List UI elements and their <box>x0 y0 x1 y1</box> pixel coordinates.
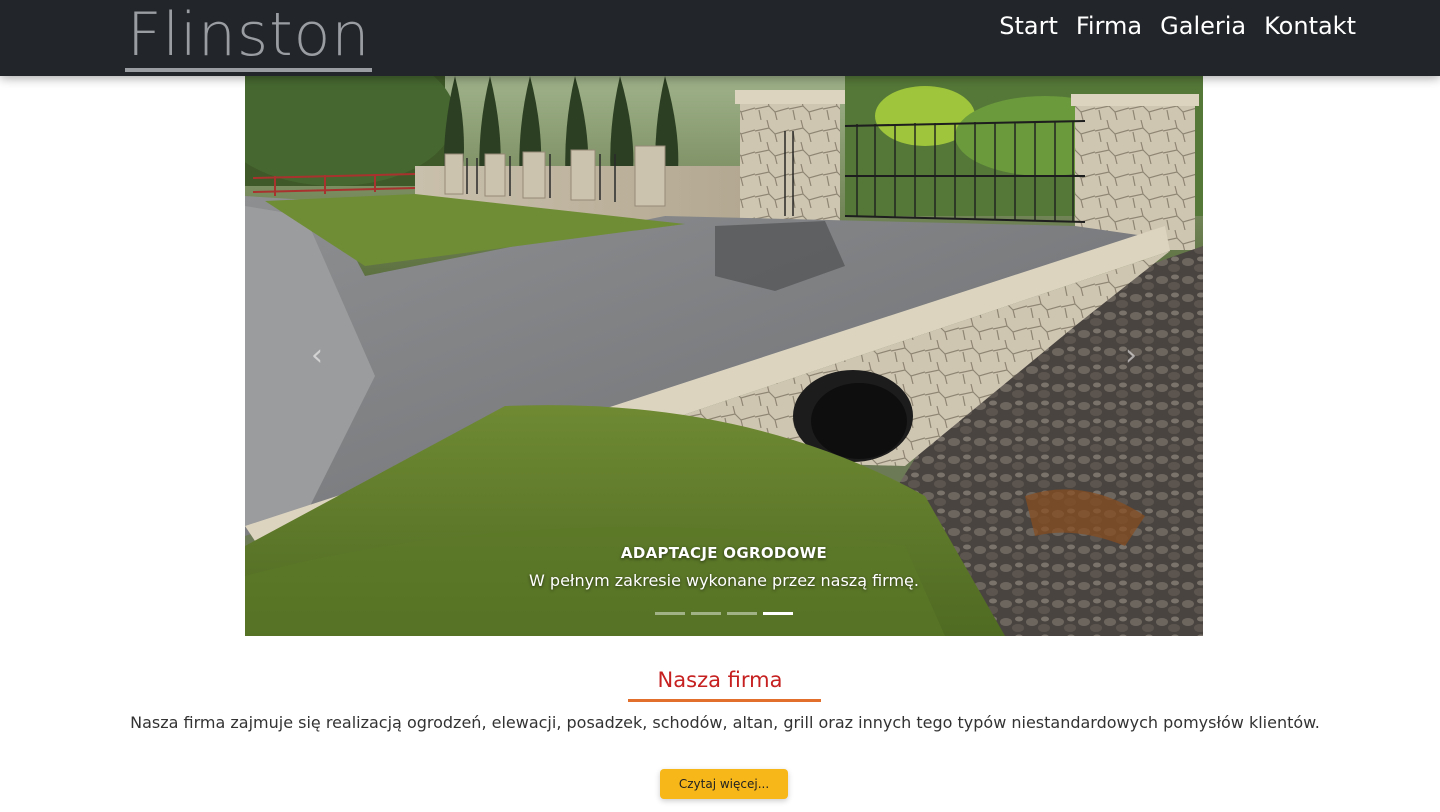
carousel-caption: ADAPTACJE OGRODOWE W pełnym zakresie wyk… <box>245 542 1203 592</box>
about-text: Nasza firma zajmuje się realizacją ogrod… <box>130 713 1320 732</box>
carousel-indicator-4[interactable] <box>763 612 793 615</box>
nav-link-firma[interactable]: Firma <box>1076 10 1142 42</box>
title-underline <box>628 699 821 702</box>
carousel-prev-button[interactable]: ‹ <box>297 336 337 376</box>
carousel-indicator-3[interactable] <box>727 612 757 615</box>
image-carousel: ‹ › ADAPTACJE OGRODOWE W pełnym zakresie… <box>245 76 1203 636</box>
nav-link-galeria[interactable]: Galeria <box>1160 10 1246 42</box>
brand-logo-link[interactable]: Flinston <box>125 2 373 72</box>
carousel-next-button[interactable]: › <box>1111 336 1151 376</box>
caption-text: W pełnym zakresie wykonane przez naszą f… <box>529 571 919 590</box>
navbar: Flinston Start Firma Galeria Kontakt <box>0 0 1440 76</box>
chevron-left-icon: ‹ <box>311 338 323 373</box>
read-more-button[interactable]: Czytaj więcej... <box>660 769 788 799</box>
nav-link-kontakt[interactable]: Kontakt <box>1264 10 1356 42</box>
section-title: Nasza firma <box>657 668 783 692</box>
chevron-right-icon: › <box>1125 338 1137 373</box>
carousel-indicator-2[interactable] <box>691 612 721 615</box>
carousel-indicator-1[interactable] <box>655 612 685 615</box>
carousel-indicators <box>245 612 1203 615</box>
main-nav: Start Firma Galeria Kontakt <box>999 10 1356 42</box>
nav-link-start[interactable]: Start <box>999 10 1058 42</box>
caption-title: ADAPTACJE OGRODOWE <box>620 544 828 562</box>
